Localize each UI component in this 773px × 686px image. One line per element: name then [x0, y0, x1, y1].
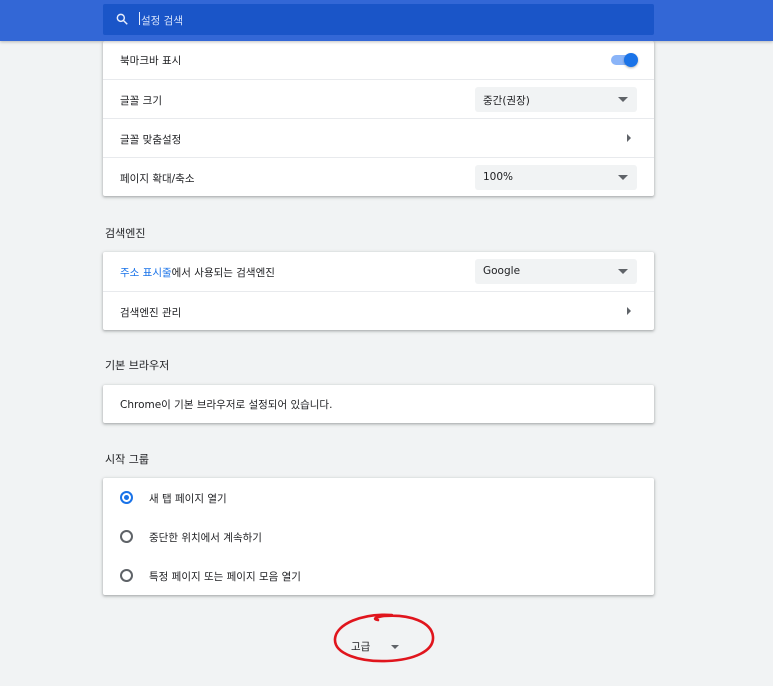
dropdown-arrow-icon	[618, 175, 628, 180]
radio-unchecked-icon[interactable]	[120, 569, 133, 582]
search-engine-card: 주소 표시줄에서 사용되는 검색엔진 Google 검색엔진 관리	[103, 252, 654, 330]
toolbar: 설정 검색	[0, 0, 773, 41]
customize-fonts-row[interactable]: 글꼴 맞춤설정	[103, 118, 654, 157]
on-startup-card: 새 탭 페이지 열기 중단한 위치에서 계속하기 특정 페이지 또는 페이지 모…	[103, 478, 654, 595]
radio-checked-icon[interactable]	[120, 491, 133, 504]
page-zoom-select[interactable]: 100%	[475, 165, 637, 190]
font-size-value: 중간(권장)	[483, 95, 530, 107]
toggle-knob	[624, 53, 638, 67]
manage-search-engines-label: 검색엔진 관리	[120, 307, 182, 319]
red-annotation-circle	[333, 613, 435, 663]
search-input[interactable]: 설정 검색	[141, 13, 183, 28]
startup-option-label: 새 탭 페이지 열기	[149, 493, 227, 505]
bookmark-bar-toggle[interactable]	[611, 53, 638, 67]
chevron-right-icon	[627, 307, 631, 315]
address-bar-link[interactable]: 주소 표시줄	[120, 267, 172, 279]
default-browser-heading: 기본 브라우저	[105, 359, 170, 372]
bookmark-bar-label: 북마크바 표시	[120, 55, 182, 67]
default-browser-text: Chrome이 기본 브라우저로 설정되어 있습니다.	[120, 399, 333, 411]
font-size-select[interactable]: 중간(권장)	[475, 87, 637, 112]
page-zoom-label: 페이지 확대/축소	[120, 173, 195, 185]
on-startup-heading: 시작 그룹	[105, 453, 149, 466]
bookmark-bar-row[interactable]: 북마크바 표시	[103, 41, 654, 79]
customize-fonts-label: 글꼴 맞춤설정	[120, 134, 182, 146]
address-bar-engine-text: 에서 사용되는 검색엔진	[171, 267, 275, 279]
chevron-right-icon	[627, 134, 631, 142]
appearance-card: 북마크바 표시 글꼴 크기 중간(권장) 글꼴 맞춤설정 페이지 확대/축소 1…	[103, 41, 654, 196]
text-cursor	[139, 12, 140, 25]
startup-option-label: 특정 페이지 또는 페이지 모음 열기	[149, 571, 301, 583]
default-browser-row: Chrome이 기본 브라우저로 설정되어 있습니다.	[103, 385, 654, 423]
search-bar[interactable]: 설정 검색	[103, 4, 654, 35]
font-size-label: 글꼴 크기	[120, 95, 162, 107]
font-size-row: 글꼴 크기 중간(권장)	[103, 79, 654, 118]
search-engine-select[interactable]: Google	[475, 259, 637, 284]
default-browser-card: Chrome이 기본 브라우저로 설정되어 있습니다.	[103, 385, 654, 423]
page-zoom-row: 페이지 확대/축소 100%	[103, 157, 654, 196]
dropdown-arrow-icon	[618, 269, 628, 274]
radio-unchecked-icon[interactable]	[120, 530, 133, 543]
search-engine-value: Google	[483, 265, 521, 277]
startup-option-new-tab[interactable]: 새 탭 페이지 열기	[103, 478, 654, 517]
manage-search-engines-row[interactable]: 검색엔진 관리	[103, 291, 654, 330]
address-bar-engine-row: 주소 표시줄에서 사용되는 검색엔진 Google	[103, 252, 654, 291]
dropdown-arrow-icon	[618, 97, 628, 102]
search-engine-heading: 검색엔진	[105, 227, 146, 240]
page-zoom-value: 100%	[483, 171, 514, 183]
search-icon	[116, 13, 128, 25]
startup-option-continue[interactable]: 중단한 위치에서 계속하기	[103, 517, 654, 556]
address-bar-engine-label: 주소 표시줄에서 사용되는 검색엔진	[120, 265, 275, 280]
startup-option-specific-pages[interactable]: 특정 페이지 또는 페이지 모음 열기	[103, 556, 654, 595]
startup-option-label: 중단한 위치에서 계속하기	[149, 532, 262, 544]
